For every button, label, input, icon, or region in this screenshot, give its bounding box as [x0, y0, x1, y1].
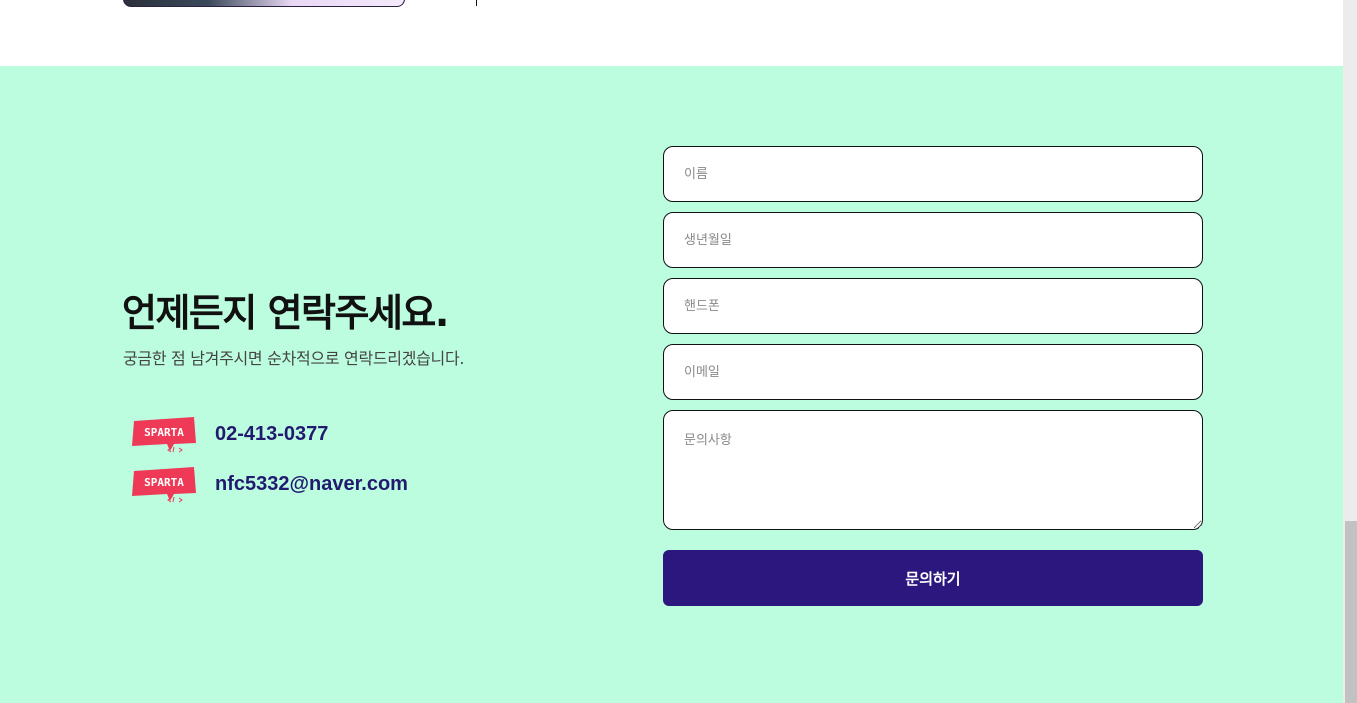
email-address[interactable]: nfc5332@naver.com	[215, 473, 408, 496]
sparta-logo-icon: SPARTA	[132, 417, 196, 453]
svg-text:SPARTA: SPARTA	[144, 476, 184, 489]
name-input[interactable]	[663, 146, 1203, 202]
scrollbar-thumb[interactable]	[1345, 521, 1357, 703]
submit-inquiry-button[interactable]: 문의하기	[663, 550, 1203, 606]
contact-subtext: 궁금한 점 남겨주시면 순차적으로 연락드리겠습니다.	[123, 349, 465, 368]
birthdate-input[interactable]	[663, 212, 1203, 268]
divider-line	[476, 0, 477, 6]
previous-section	[0, 0, 1343, 66]
phone-input[interactable]	[663, 278, 1203, 334]
email-input[interactable]	[663, 344, 1203, 400]
cropped-card-image	[123, 0, 405, 7]
svg-text:SPARTA: SPARTA	[144, 426, 184, 439]
page: 언제든지 연락주세요. 궁금한 점 남겨주시면 순차적으로 연락드리겠습니다. …	[0, 0, 1357, 703]
phone-contact: SPARTA 02-413-0377	[130, 414, 328, 454]
sparta-logo-icon: SPARTA	[132, 467, 196, 503]
contact-heading: 언제든지 연락주세요.	[122, 291, 449, 335]
inquiry-textarea[interactable]	[663, 410, 1203, 530]
phone-number[interactable]: 02-413-0377	[215, 423, 328, 446]
contact-section: 언제든지 연락주세요. 궁금한 점 남겨주시면 순차적으로 연락드리겠습니다. …	[0, 66, 1343, 703]
email-contact: SPARTA nfc5332@naver.com	[130, 464, 408, 504]
